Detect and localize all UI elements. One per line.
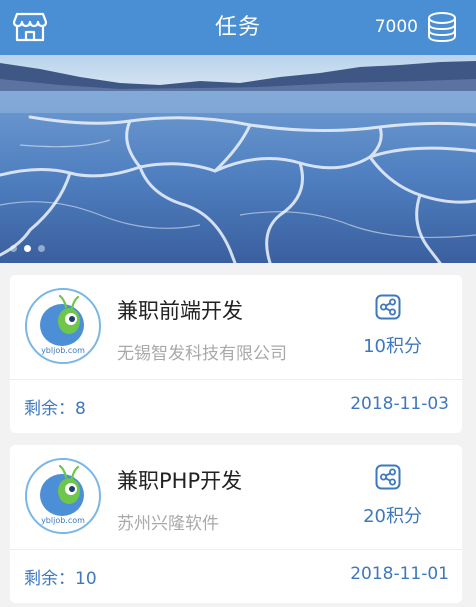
carousel-dot-active[interactable] [24, 245, 31, 252]
remaining-count: 剩余：8 [24, 399, 86, 419]
logo-text: ybljob.com [41, 516, 85, 525]
reward-points: 20积分 [363, 506, 422, 527]
reward-points: 10积分 [363, 336, 422, 357]
task-card[interactable]: ybljob.com 兼职前端开发 无锡智发科技有限公司 10积分 剩余：8 2… [10, 275, 462, 433]
company-name: 苏州兴隆软件 [117, 514, 219, 534]
banner-carousel[interactable] [0, 55, 476, 263]
company-logo: ybljob.com [25, 458, 101, 534]
top-bar: 任务 7000 [0, 0, 476, 55]
share-icon[interactable] [375, 294, 401, 320]
task-title: 兼职PHP开发 [117, 469, 243, 493]
logo-text: ybljob.com [41, 346, 85, 355]
share-icon[interactable] [375, 464, 401, 490]
task-title: 兼职前端开发 [117, 299, 243, 323]
carousel-dot[interactable] [10, 245, 17, 252]
coins-stack-icon[interactable] [425, 11, 459, 45]
points-balance: 7000 [374, 17, 418, 37]
task-date: 2018-11-01 [350, 564, 449, 584]
task-date: 2018-11-03 [350, 394, 449, 414]
card-divider [10, 379, 462, 380]
task-card[interactable]: ybljob.com 兼职PHP开发 苏州兴隆软件 20积分 剩余：10 201… [10, 445, 462, 603]
banner-image [0, 55, 476, 263]
carousel-dot[interactable] [38, 245, 45, 252]
card-divider [10, 549, 462, 550]
carousel-indicators [10, 245, 45, 252]
company-logo: ybljob.com [25, 288, 101, 364]
remaining-count: 剩余：10 [24, 569, 97, 589]
company-name: 无锡智发科技有限公司 [117, 344, 287, 364]
